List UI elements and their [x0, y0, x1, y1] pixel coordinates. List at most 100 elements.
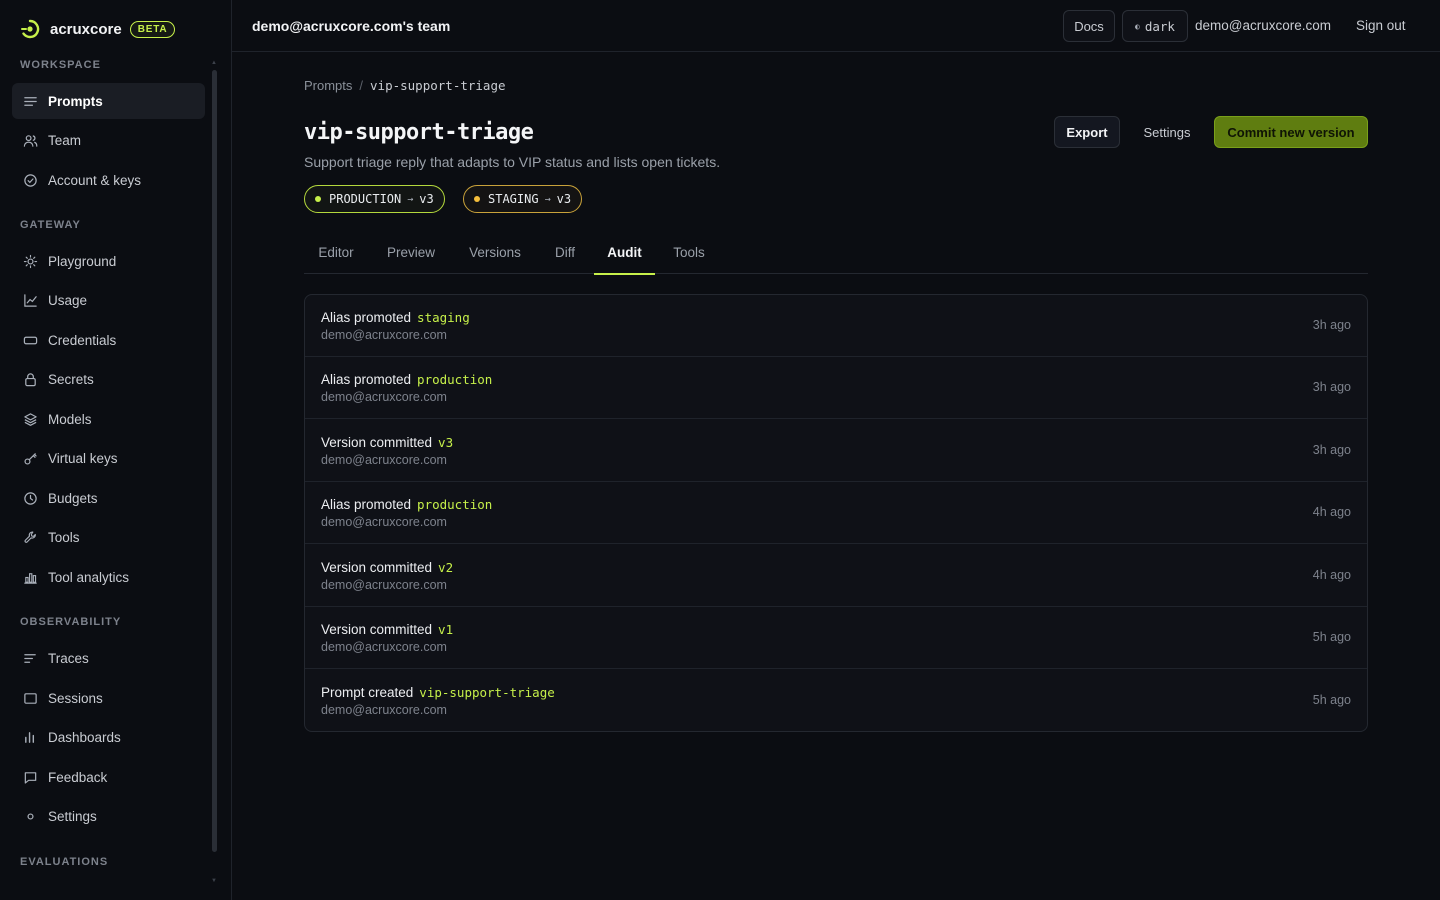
audit-user: demo@acruxcore.com — [321, 640, 447, 654]
status-dot-icon — [474, 196, 480, 202]
acruxcore-logo-icon — [20, 19, 40, 39]
commit-new-version-button[interactable]: Commit new version — [1214, 116, 1368, 148]
sign-out-link[interactable]: Sign out — [1356, 18, 1406, 33]
sidebar-item-label: Models — [48, 411, 92, 427]
sidebar-item-label: Dashboards — [48, 729, 121, 745]
section-label-workspace: WORKSPACE — [20, 59, 101, 71]
audit-target: production — [417, 372, 493, 387]
dashboard-icon — [22, 729, 38, 745]
sidebar-item-label: Settings — [48, 808, 97, 824]
arrow-right-icon: → — [544, 193, 551, 205]
tab-audit[interactable]: Audit — [594, 240, 655, 275]
sidebar-item-label: Traces — [48, 650, 89, 666]
audit-row: Version committed v3 demo@acruxcore.com 3… — [305, 420, 1367, 482]
audit-row: Alias promoted production demo@acruxcore.… — [305, 357, 1367, 419]
theme-toggle-button[interactable]: ◐ dark — [1122, 10, 1188, 42]
section-label-evaluations: EVALUATIONS — [20, 856, 109, 868]
alias-name: PRODUCTION — [329, 192, 402, 206]
sidebar-item-label: Playground — [48, 253, 117, 269]
sidebar-item-credentials[interactable]: Credentials — [12, 322, 205, 358]
audit-row: Alias promoted staging demo@acruxcore.com… — [305, 295, 1367, 357]
sidebar-item-label: Virtual keys — [48, 450, 118, 466]
docs-button[interactable]: Docs — [1063, 10, 1115, 42]
scroll-up-icon[interactable]: ▲ — [210, 60, 218, 66]
brand[interactable]: acruxcore BETA — [20, 18, 176, 40]
breadcrumb: Prompts / vip-support-triage — [304, 78, 506, 93]
sidebar-item-budgets[interactable]: Budgets — [12, 480, 205, 516]
sidebar-item-label: Account & keys — [48, 172, 142, 188]
sidebar-scrollbar[interactable]: ▲ ▼ — [210, 60, 218, 888]
traces-icon — [22, 650, 38, 666]
sidebar-item-secrets[interactable]: Secrets — [12, 361, 205, 397]
audit-user: demo@acruxcore.com — [321, 453, 447, 467]
users-icon — [22, 132, 38, 148]
audit-time: 3h ago — [1312, 318, 1351, 332]
audit-action: Alias promoted — [321, 372, 412, 387]
sidebar-item-tool-analytics[interactable]: Tool analytics — [12, 559, 205, 595]
scroll-down-icon[interactable]: ▼ — [210, 878, 218, 884]
sidebar-item-playground[interactable]: Playground — [12, 243, 205, 279]
audit-time: 5h ago — [1312, 630, 1351, 644]
audit-row: Version committed v2 demo@acruxcore.com 4… — [305, 545, 1367, 607]
audit-user: demo@acruxcore.com — [321, 390, 447, 404]
audit-row: Prompt created vip-support-triage demo@ac… — [305, 670, 1367, 731]
audit-time: 4h ago — [1312, 505, 1351, 519]
sidebar-item-feedback[interactable]: Feedback — [12, 759, 205, 795]
sidebar-item-account-keys[interactable]: Account & keys — [12, 162, 205, 198]
page-description: Support triage reply that adapts to VIP … — [304, 154, 721, 170]
tab-versions[interactable]: Versions — [456, 240, 534, 274]
breadcrumb-current: vip-support-triage — [370, 78, 506, 93]
card-icon — [22, 332, 38, 348]
audit-user: demo@acruxcore.com — [321, 328, 447, 342]
sidebar-item-label: Team — [48, 132, 82, 148]
sidebar-item-virtual-keys[interactable]: Virtual keys — [12, 440, 205, 476]
sidebar-item-sessions[interactable]: Sessions — [12, 680, 205, 716]
alias-name: STAGING — [488, 192, 539, 206]
status-dot-icon — [315, 196, 321, 202]
sidebar-item-traces[interactable]: Traces — [12, 640, 205, 676]
audit-target: vip-support-triage — [419, 685, 555, 700]
settings-button[interactable]: Settings — [1132, 116, 1202, 148]
audit-action: Alias promoted — [321, 497, 412, 512]
audit-action: Prompt created — [321, 685, 414, 700]
alias-badge-staging[interactable]: STAGING → v3 — [463, 185, 583, 213]
audit-row: Version committed v1 demo@acruxcore.com 5… — [305, 607, 1367, 669]
brand-name: acruxcore — [50, 20, 122, 38]
tab-preview[interactable]: Preview — [374, 240, 448, 274]
key-icon — [22, 450, 38, 466]
tab-bar: Editor Preview Versions Diff Audit Tools — [304, 240, 1368, 275]
sidebar-item-prompts[interactable]: Prompts — [12, 83, 205, 119]
tab-diff[interactable]: Diff — [542, 240, 588, 274]
sidebar-item-label: Feedback — [48, 769, 108, 785]
clock-icon — [22, 490, 38, 506]
alias-version: v3 — [556, 192, 572, 206]
sidebar-scrollbar-thumb[interactable] — [212, 70, 217, 852]
arrow-right-icon: → — [407, 193, 414, 205]
audit-action: Alias promoted — [321, 310, 412, 325]
sun-icon — [22, 253, 38, 269]
sidebar-item-settings[interactable]: Settings — [12, 798, 205, 834]
sidebar-item-models[interactable]: Models — [12, 401, 205, 437]
audit-time: 4h ago — [1312, 568, 1351, 582]
audit-time: 3h ago — [1312, 380, 1351, 394]
sidebar-item-dashboards[interactable]: Dashboards — [12, 719, 205, 755]
alias-badge-production[interactable]: PRODUCTION → v3 — [304, 185, 445, 213]
team-switcher[interactable]: demo@acruxcore.com's team — [252, 18, 450, 34]
sidebar-item-team[interactable]: Team — [12, 122, 205, 158]
audit-action: Version committed — [321, 622, 433, 637]
export-button[interactable]: Export — [1054, 116, 1120, 148]
sidebar-item-tools[interactable]: Tools — [12, 519, 205, 555]
breadcrumb-prompts-link[interactable]: Prompts — [304, 78, 352, 93]
audit-target: v1 — [438, 622, 454, 637]
user-email: demo@acruxcore.com — [1195, 18, 1332, 33]
audit-row: Alias promoted production demo@acruxcore.… — [305, 482, 1367, 544]
sidebar-item-usage[interactable]: Usage — [12, 282, 205, 318]
tab-editor[interactable]: Editor — [304, 240, 368, 274]
sidebar: acruxcore BETA WORKSPACE Prompts Team Ac… — [0, 0, 232, 900]
tab-tools[interactable]: Tools — [662, 240, 716, 274]
audit-target: production — [417, 497, 493, 512]
lines-icon — [22, 93, 38, 109]
audit-action: Version committed — [321, 560, 433, 575]
audit-target: v2 — [438, 560, 454, 575]
topbar: demo@acruxcore.com's team Docs ◐ dark de… — [232, 0, 1440, 52]
